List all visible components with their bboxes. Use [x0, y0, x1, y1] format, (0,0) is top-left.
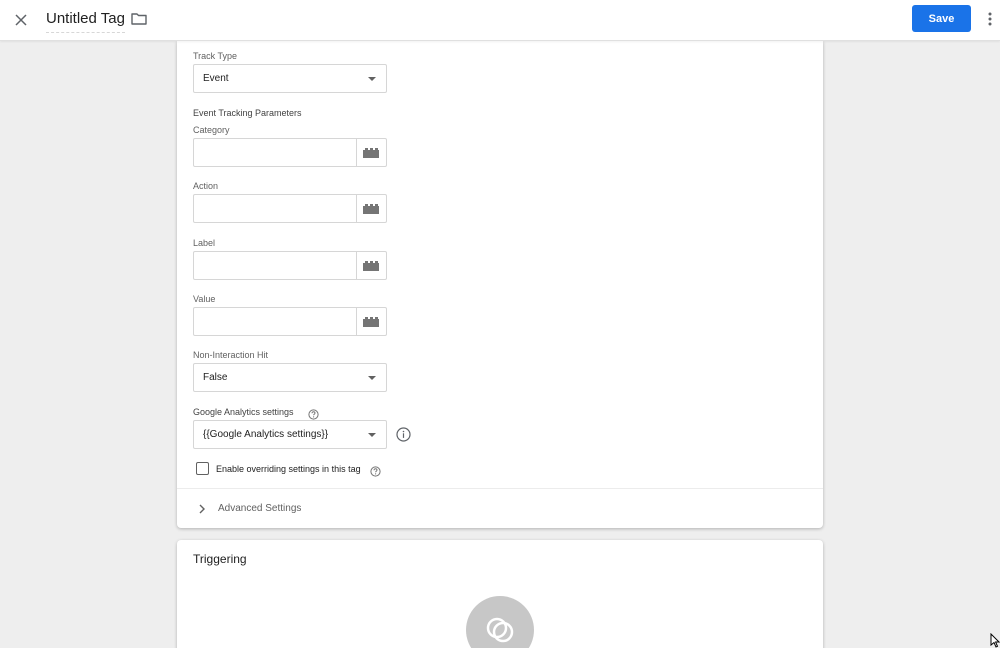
chevron-right-icon	[199, 504, 205, 514]
save-button[interactable]: Save	[912, 5, 971, 32]
action-input[interactable]	[194, 195, 357, 222]
track-type-select[interactable]: Event	[193, 64, 387, 93]
ga-settings-label: Google Analytics settings	[193, 407, 294, 417]
label-input[interactable]	[194, 252, 357, 279]
ga-settings-value: {{Google Analytics settings}}	[203, 429, 329, 440]
info-icon[interactable]	[396, 427, 411, 442]
variable-picker-button[interactable]	[356, 195, 386, 222]
help-icon[interactable]	[308, 407, 319, 420]
non-interaction-select[interactable]: False	[193, 363, 387, 392]
variable-icon	[363, 261, 379, 271]
advanced-settings-toggle[interactable]: Advanced Settings	[177, 489, 823, 527]
override-settings-label: Enable overriding settings in this tag	[216, 464, 361, 474]
variable-picker-button[interactable]	[356, 252, 386, 279]
override-settings-checkbox[interactable]	[196, 462, 209, 475]
dropdown-caret-icon	[368, 77, 376, 81]
more-vert-icon[interactable]	[984, 10, 996, 28]
trigger-icon[interactable]	[466, 596, 534, 648]
dropdown-caret-icon	[368, 433, 376, 437]
tag-configuration-card: Track Type Event Event Tracking Paramete…	[177, 41, 823, 528]
value-input[interactable]	[194, 308, 357, 335]
help-icon[interactable]	[370, 464, 381, 477]
variable-icon	[363, 148, 379, 158]
track-type-label: Track Type	[193, 51, 238, 61]
variable-picker-button[interactable]	[356, 308, 386, 335]
action-label: Action	[193, 181, 219, 191]
close-icon[interactable]	[10, 9, 32, 31]
category-input[interactable]	[194, 139, 357, 166]
non-interaction-value: False	[203, 372, 228, 383]
triggering-title: Triggering	[193, 552, 247, 566]
label-label: Label	[193, 238, 216, 248]
value-field	[193, 307, 387, 336]
folder-icon[interactable]	[130, 10, 148, 28]
action-field	[193, 194, 387, 223]
ga-settings-select[interactable]: {{Google Analytics settings}}	[193, 420, 387, 449]
variable-icon	[363, 317, 379, 327]
dropdown-caret-icon	[368, 376, 376, 380]
triggering-card[interactable]: Triggering	[177, 540, 823, 648]
mouse-cursor-icon	[990, 632, 1000, 648]
variable-icon	[363, 204, 379, 214]
non-interaction-label: Non-Interaction Hit	[193, 350, 269, 360]
event-params-heading: Event Tracking Parameters	[193, 108, 302, 118]
track-type-value: Event	[203, 73, 229, 84]
tag-title[interactable]: Untitled Tag	[46, 9, 125, 33]
top-bar: Untitled Tag Save	[0, 0, 1000, 41]
category-label: Category	[193, 125, 230, 135]
value-label: Value	[193, 294, 216, 304]
advanced-settings-label: Advanced Settings	[218, 503, 302, 514]
label-field	[193, 251, 387, 280]
category-field	[193, 138, 387, 167]
variable-picker-button[interactable]	[356, 139, 386, 166]
